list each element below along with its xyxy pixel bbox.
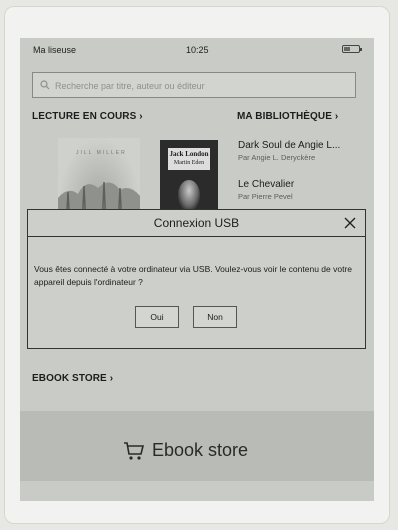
library-item-title: Dark Soul de Angie L... [238,140,341,151]
ebook-store-banner[interactable]: Ebook store [20,411,374,481]
library-item[interactable]: Le Chevalier Par Pierre Pevel [238,179,366,201]
dialog-title: Connexion USB [153,216,240,230]
section-library-link[interactable]: MA BIBLIOTHÈQUE › [237,111,338,122]
cover-subtitle-text: Martin Eden [173,160,205,166]
yes-button[interactable]: Oui [135,306,179,328]
library-item[interactable]: Dark Soul de Angie L... Par Angie L. Der… [238,140,366,162]
ebook-store-label: Ebook store [152,440,249,460]
search-input[interactable]: Recherche par titre, auteur ou éditeur [32,72,356,98]
library-item-author: Par Pierre Pevel [238,192,293,201]
battery-icon[interactable] [342,45,362,53]
cover-portrait [178,180,200,210]
cover-author-text: JILL MILLER [76,150,127,156]
cover-title-text: Jack London [169,150,209,158]
library-item-author: Par Angie L. Deryckère [238,153,316,162]
device-name[interactable]: Ma liseuse [33,45,76,55]
library-item-title: Le Chevalier [238,179,295,190]
section-reading-link[interactable]: LECTURE EN COURS › [32,111,143,122]
search-placeholder: Recherche par titre, auteur ou éditeur [55,81,205,91]
clock: 10:25 [186,45,209,55]
close-icon[interactable] [343,216,357,230]
cover-label: Jack London Martin Eden [168,148,210,170]
no-button[interactable]: Non [193,306,237,328]
usb-connection-dialog: Connexion USB Vous êtes connecté à votre… [27,209,366,349]
dialog-header: Connexion USB [28,210,365,237]
search-icon [40,80,50,90]
dialog-message: Vous êtes connecté à votre ordinateur vi… [34,264,352,287]
status-bar: Ma liseuse 10:25 [20,38,374,58]
cart-icon [124,442,145,460]
ereader-screen: Ma liseuse 10:25 Recherche par titre, au… [20,38,374,501]
section-store-link[interactable]: EBOOK STORE › [32,373,113,384]
